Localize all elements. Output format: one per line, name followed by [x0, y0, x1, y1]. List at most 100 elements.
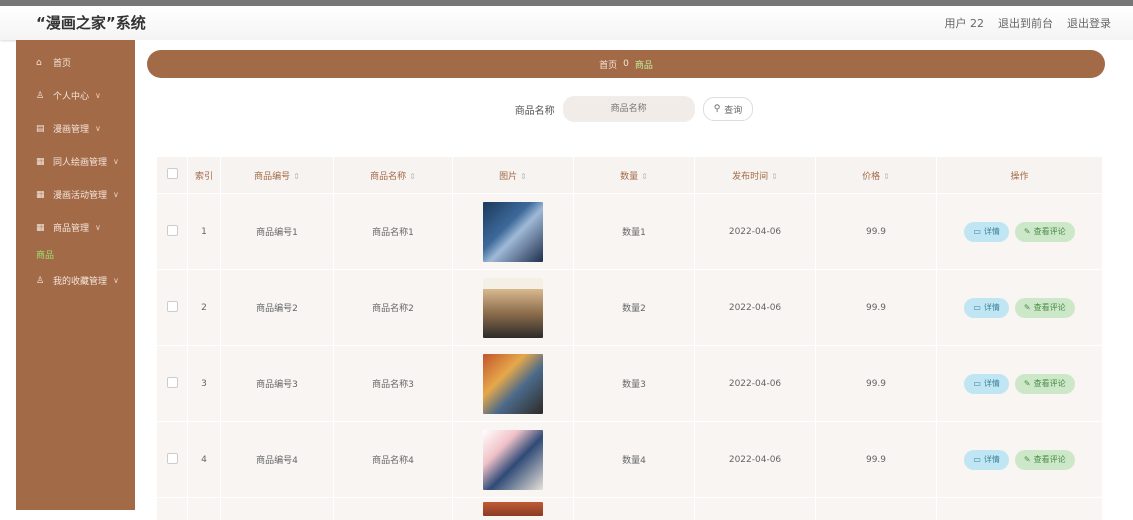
cell-price: 99.9: [816, 194, 937, 270]
sidebar-item-fanart[interactable]: ▦ 同人绘画管理 ∨: [16, 145, 135, 178]
breadcrumb-home[interactable]: 首页: [599, 58, 617, 71]
search-button-label: 查询: [724, 103, 742, 116]
row-checkbox[interactable]: [167, 377, 178, 388]
sidebar-item-label: 我的收藏管理: [53, 274, 107, 287]
sidebar-item-products[interactable]: ▦ 商品管理 ∨: [16, 211, 135, 244]
sidebar-item-label: 漫画活动管理: [53, 188, 107, 201]
sort-icon[interactable]: ⇕: [771, 172, 778, 181]
grid-icon: ▦: [36, 157, 48, 167]
file-icon: ▭: [973, 379, 981, 388]
book-icon: ▤: [36, 124, 48, 134]
col-price[interactable]: 价格⇕: [816, 157, 937, 194]
product-table: 索引 商品编号⇕ 商品名称⇕ 图片⇕ 数量⇕ 发布时间⇕ 价格⇕ 操作 1 商品…: [157, 157, 1103, 520]
cell-qty: [574, 498, 695, 520]
col-qty[interactable]: 数量⇕: [574, 157, 695, 194]
review-button-label: 查看评论: [1034, 226, 1066, 237]
sidebar-item-events[interactable]: ▦ 漫画活动管理 ∨: [16, 178, 135, 211]
table-header: 索引 商品编号⇕ 商品名称⇕ 图片⇕ 数量⇕ 发布时间⇕ 价格⇕ 操作: [157, 157, 1103, 194]
detail-button-label: 详情: [984, 226, 1000, 237]
review-button-label: 查看评论: [1034, 454, 1066, 465]
file-icon: ▭: [973, 303, 981, 312]
cell-date: 2022-04-06: [695, 194, 816, 270]
detail-button[interactable]: ▭详情: [964, 298, 1009, 318]
cell-date: [695, 498, 816, 520]
select-all-checkbox[interactable]: [167, 168, 178, 179]
table-row: 2 商品编号2 商品名称2 数量2 2022-04-06 99.9 ▭详情 ✎查…: [157, 270, 1103, 346]
sidebar-item-profile[interactable]: ♙ 个人中心 ∨: [16, 79, 135, 112]
sidebar-subitem-products[interactable]: 商品: [16, 244, 135, 264]
edit-icon: ✎: [1024, 303, 1031, 312]
cell-name: 商品名称4: [334, 422, 453, 498]
cell-qty: 数量2: [574, 270, 695, 346]
search-button[interactable]: ⚲ 查询: [703, 97, 754, 121]
row-select-cell: [157, 270, 188, 346]
cell-index: 2: [188, 270, 221, 346]
search-input[interactable]: [563, 96, 695, 122]
cell-code: 商品编号4: [221, 422, 334, 498]
detail-button[interactable]: ▭详情: [964, 450, 1009, 470]
product-image[interactable]: [483, 354, 543, 414]
cell-index: [188, 498, 221, 520]
row-select-cell: [157, 498, 188, 520]
sort-icon[interactable]: ⇕: [409, 172, 416, 181]
sidebar-item-comics[interactable]: ▤ 漫画管理 ∨: [16, 112, 135, 145]
cell-image: [453, 346, 574, 422]
detail-button-label: 详情: [984, 454, 1000, 465]
cell-actions: [937, 498, 1103, 520]
sort-icon[interactable]: ⇕: [883, 172, 890, 181]
view-reviews-button[interactable]: ✎查看评论: [1015, 450, 1075, 470]
top-right-links: 用户 22 退出到前台 退出登录: [945, 15, 1112, 31]
col-date[interactable]: 发布时间⇕: [695, 157, 816, 194]
cell-date: 2022-04-06: [695, 346, 816, 422]
cell-index: 3: [188, 346, 221, 422]
view-reviews-button[interactable]: ✎查看评论: [1015, 374, 1075, 394]
search-icon: ⚲: [714, 104, 721, 114]
search-bar: 商品名称 ⚲ 查询: [135, 96, 1133, 122]
product-image[interactable]: [483, 430, 543, 490]
cell-name: 商品名称1: [334, 194, 453, 270]
cell-name: [334, 498, 453, 520]
review-button-label: 查看评论: [1034, 302, 1066, 313]
product-image[interactable]: [483, 502, 543, 516]
cell-code: 商品编号2: [221, 270, 334, 346]
chevron-down-icon: ∨: [95, 91, 101, 100]
chevron-down-icon: ∨: [113, 157, 119, 166]
top-bar: “漫画之家”系统 用户 22 退出到前台 退出登录: [0, 0, 1133, 40]
row-select-cell: [157, 422, 188, 498]
logout-link[interactable]: 退出登录: [1067, 15, 1111, 31]
sort-icon[interactable]: ⇕: [520, 172, 527, 181]
sort-icon[interactable]: ⇕: [641, 172, 648, 181]
row-select-cell: [157, 346, 188, 422]
view-reviews-button[interactable]: ✎查看评论: [1015, 222, 1075, 242]
col-index: 索引: [188, 157, 221, 194]
app-title: “漫画之家”系统: [36, 12, 146, 33]
detail-button[interactable]: ▭详情: [964, 222, 1009, 242]
sidebar-item-label: 个人中心: [53, 89, 89, 102]
row-checkbox[interactable]: [167, 301, 178, 312]
detail-button-label: 详情: [984, 302, 1000, 313]
main-content: 首页 0 商品 商品名称 ⚲ 查询 索引 商品编号⇕ 商品名称⇕ 图片⇕ 数量⇕…: [135, 40, 1133, 510]
cell-image: [453, 270, 574, 346]
row-checkbox[interactable]: [167, 453, 178, 464]
sidebar-item-home[interactable]: ⌂ 首页: [16, 46, 135, 79]
chevron-down-icon: ∨: [95, 223, 101, 232]
cell-price: 99.9: [816, 346, 937, 422]
cell-code: [221, 498, 334, 520]
grid-icon: ▦: [36, 190, 48, 200]
sidebar-item-label: 漫画管理: [53, 122, 89, 135]
col-name[interactable]: 商品名称⇕: [334, 157, 453, 194]
product-image[interactable]: [483, 202, 543, 262]
cell-actions: ▭详情 ✎查看评论: [937, 346, 1103, 422]
col-image[interactable]: 图片⇕: [453, 157, 574, 194]
detail-button[interactable]: ▭详情: [964, 374, 1009, 394]
product-image[interactable]: [483, 278, 543, 338]
current-user: 用户 22: [945, 15, 985, 31]
back-to-front-link[interactable]: 退出到前台: [998, 15, 1053, 31]
sort-icon[interactable]: ⇕: [293, 172, 300, 181]
col-actions: 操作: [937, 157, 1103, 194]
sidebar: ⌂ 首页 ♙ 个人中心 ∨ ▤ 漫画管理 ∨ ▦ 同人绘画管理 ∨ ▦ 漫画活动…: [16, 40, 135, 510]
sidebar-item-favorites[interactable]: ♙ 我的收藏管理 ∨: [16, 264, 135, 297]
row-checkbox[interactable]: [167, 225, 178, 236]
col-code[interactable]: 商品编号⇕: [221, 157, 334, 194]
view-reviews-button[interactable]: ✎查看评论: [1015, 298, 1075, 318]
